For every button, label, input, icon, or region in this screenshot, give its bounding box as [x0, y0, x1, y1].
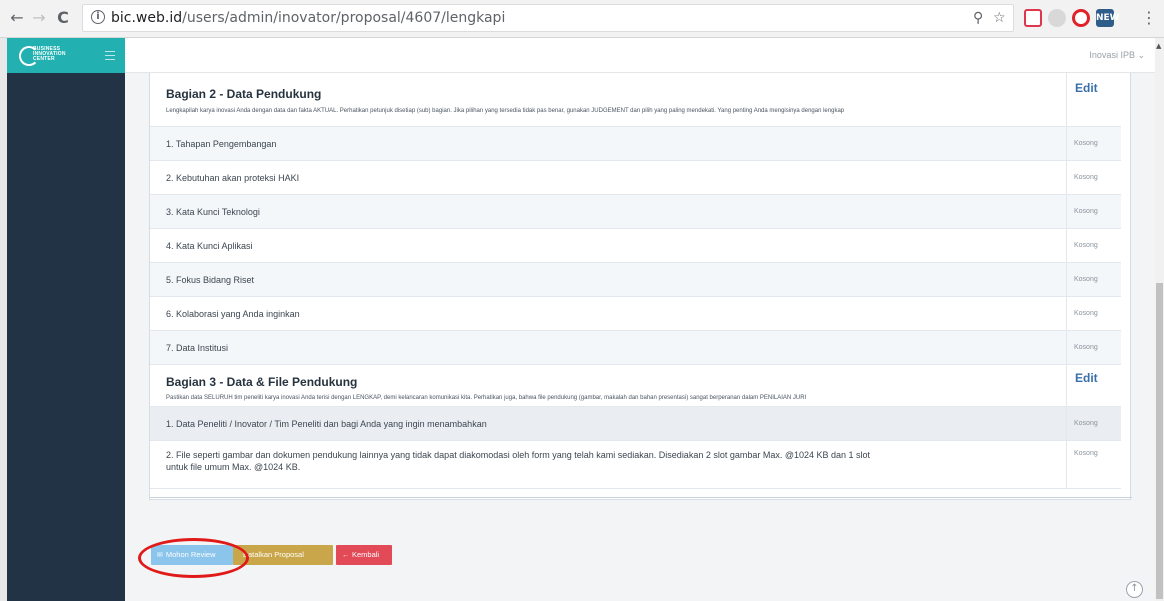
- scroll-up-icon[interactable]: ▲: [1156, 42, 1161, 50]
- status-badge: Kosong: [1074, 450, 1098, 457]
- browser-toolbar: ← → C i bic.web.id/users/admin/inovator/…: [0, 0, 1164, 38]
- status-badge: Kosong: [1074, 242, 1098, 249]
- status-badge: Kosong: [1074, 140, 1098, 147]
- reload-button[interactable]: C: [54, 9, 72, 27]
- scroll-to-top-icon[interactable]: ↑: [1126, 581, 1143, 598]
- section-header: Bagian 3 - Data & File Pendukung Pastika…: [150, 365, 1066, 407]
- section-description: Pastikan data SELURUH tim peneliti karya…: [166, 395, 807, 401]
- edit-cell: Edit: [1066, 365, 1121, 407]
- status-badge: Kosong: [1074, 276, 1098, 283]
- edit-section3-link[interactable]: Edit: [1075, 371, 1098, 385]
- section-title: Bagian 3 - Data & File Pendukung: [166, 375, 358, 389]
- browser-menu-icon[interactable]: ⋮: [1140, 9, 1158, 27]
- kembali-button[interactable]: ← Kembali: [336, 545, 392, 565]
- url-text[interactable]: bic.web.id/users/admin/inovator/proposal…: [111, 10, 505, 26]
- menu-toggle-icon[interactable]: [105, 51, 115, 60]
- bookmark-star-icon[interactable]: ☆: [993, 10, 1006, 26]
- logo-text: BUSINESS INNOVATION CENTER: [33, 46, 66, 62]
- status-badge: Kosong: [1074, 208, 1098, 215]
- edit-section2-link[interactable]: Edit: [1075, 81, 1098, 95]
- section-description: Lengkapilah karya inovasi Anda dengan da…: [166, 108, 845, 114]
- back-button[interactable]: ←: [8, 9, 26, 27]
- list-item[interactable]: 3. Kata Kunci Teknologi Kosong: [150, 195, 1121, 229]
- forward-button[interactable]: →: [30, 9, 48, 27]
- list-item[interactable]: 1. Tahapan Pengembangan Kosong: [150, 127, 1121, 161]
- proposal-panel: Bagian 2 - Data Pendukung Lengkapilah ka…: [149, 73, 1132, 500]
- sidebar-header: BUSINESS INNOVATION CENTER: [7, 38, 125, 73]
- list-item[interactable]: 5. Fokus Bidang Riset Kosong: [150, 263, 1121, 297]
- opera-icon[interactable]: [1072, 9, 1090, 27]
- section-header: Bagian 2 - Data Pendukung Lengkapilah ka…: [150, 73, 1066, 127]
- window-edge: [0, 38, 7, 601]
- top-navbar: Inovasi IPB ⌄: [125, 38, 1155, 73]
- user-menu[interactable]: Inovasi IPB ⌄: [1089, 50, 1145, 61]
- shield-icon[interactable]: [1048, 9, 1066, 27]
- list-item[interactable]: 2. Kebutuhan akan proteksi HAKI Kosong: [150, 161, 1121, 195]
- list-item[interactable]: 7. Data Institusi Kosong: [150, 331, 1121, 365]
- section-title: Bagian 2 - Data Pendukung: [166, 87, 322, 101]
- pocket-icon[interactable]: [1024, 9, 1042, 27]
- url-host: bic.web.id: [111, 10, 183, 26]
- panel-divider: [150, 497, 1132, 498]
- info-icon[interactable]: i: [91, 10, 105, 24]
- new-icon[interactable]: NEW: [1096, 9, 1120, 27]
- list-item[interactable]: 1. Data Peneliti / Inovator / Tim Peneli…: [150, 407, 1121, 441]
- edit-cell: Edit: [1066, 73, 1121, 127]
- scrollbar-thumb[interactable]: [1156, 283, 1163, 599]
- list-item[interactable]: 4. Kata Kunci Aplikasi Kosong: [150, 229, 1121, 263]
- sidebar: BUSINESS INNOVATION CENTER: [7, 38, 125, 601]
- status-badge: Kosong: [1074, 310, 1098, 317]
- address-bar[interactable]: i bic.web.id/users/admin/inovator/propos…: [82, 4, 1014, 32]
- highlight-annotation: [138, 538, 249, 578]
- list-item[interactable]: 2. File seperti gambar dan dokumen pendu…: [150, 441, 1121, 489]
- main-content: Bagian 2 - Data Pendukung Lengkapilah ka…: [125, 73, 1155, 601]
- status-badge: Kosong: [1074, 344, 1098, 351]
- zoom-icon[interactable]: ⚲: [973, 10, 983, 26]
- url-path: /users/admin/inovator/proposal/4607/leng…: [182, 10, 506, 26]
- status-badge: Kosong: [1074, 174, 1098, 181]
- status-badge: Kosong: [1074, 420, 1098, 427]
- list-item[interactable]: 6. Kolaborasi yang Anda inginkan Kosong: [150, 297, 1121, 331]
- arrow-left-icon: ←: [342, 552, 349, 559]
- scrollbar[interactable]: ▲: [1155, 38, 1164, 601]
